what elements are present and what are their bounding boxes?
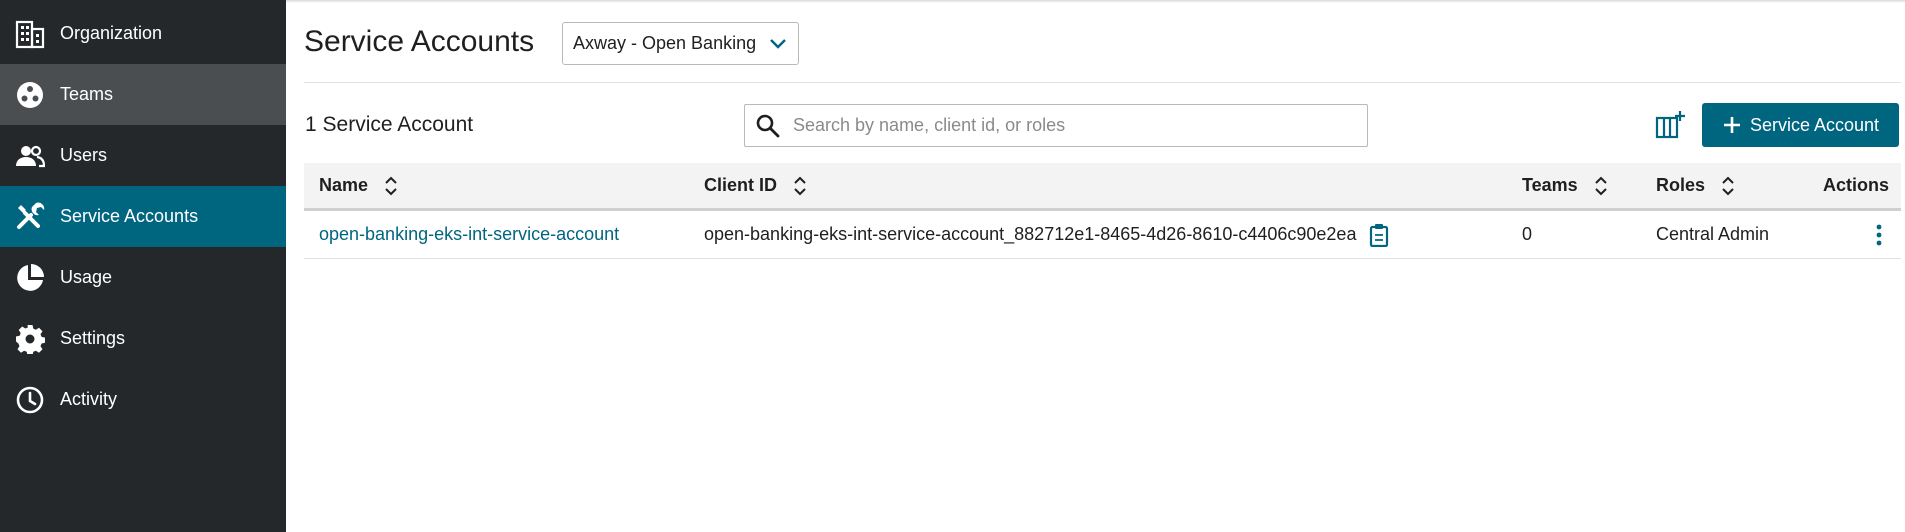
chevron-down-icon xyxy=(770,39,786,49)
column-header-actions: Actions xyxy=(1823,163,1889,208)
result-count: 1 Service Account xyxy=(305,113,474,136)
org-select-value: Axway - Open Banking xyxy=(573,33,757,53)
org-select[interactable]: Axway - Open Banking xyxy=(562,22,799,65)
gear-icon xyxy=(0,324,60,354)
clock-icon xyxy=(0,385,60,415)
client-id-value: open-banking-eks-int-service-account_882… xyxy=(704,224,1357,244)
pie-chart-icon xyxy=(0,263,60,293)
organization-icon xyxy=(0,19,60,49)
sidebar-item-label: Users xyxy=(60,145,108,165)
roles-cell: Central Admin xyxy=(1656,224,1770,244)
column-add-icon[interactable] xyxy=(1655,110,1685,140)
service-account-name-link[interactable]: open-banking-eks-int-service-account xyxy=(319,211,619,258)
page-title: Service Accounts xyxy=(304,25,535,58)
column-header-teams[interactable]: Teams xyxy=(1522,163,1610,208)
sidebar-item-label: Teams xyxy=(60,84,114,104)
add-button-label: Service Account xyxy=(1749,114,1880,135)
sidebar-item-service-accounts[interactable]: Service Accounts xyxy=(0,186,286,247)
sort-icon xyxy=(794,176,806,195)
clipboard-icon[interactable] xyxy=(1368,223,1390,247)
column-header-label: Actions xyxy=(1823,175,1890,195)
table-row: open-banking-eks-int-service-account ope… xyxy=(304,211,1901,259)
table-header: Name Client ID Teams Roles Actions xyxy=(304,163,1901,211)
sidebar-item-users[interactable]: Users xyxy=(0,125,286,186)
users-icon xyxy=(0,141,60,171)
sidebar-item-label: Usage xyxy=(60,267,113,287)
sidebar-item-usage[interactable]: Usage xyxy=(0,247,286,308)
sidebar-item-label: Settings xyxy=(60,328,126,348)
teams-count-cell: 0 xyxy=(1522,224,1533,244)
row-actions[interactable] xyxy=(1875,211,1883,258)
sidebar-item-label: Activity xyxy=(60,389,118,409)
sidebar-item-activity[interactable]: Activity xyxy=(0,369,286,430)
search-box[interactable] xyxy=(744,104,1368,147)
plus-icon xyxy=(1723,117,1740,133)
tools-icon xyxy=(0,202,60,232)
column-header-label: Roles xyxy=(1656,175,1706,195)
sort-icon xyxy=(1594,176,1607,195)
column-header-name[interactable]: Name xyxy=(319,163,400,208)
top-shadow xyxy=(286,0,1905,3)
column-header-label: Name xyxy=(319,175,369,195)
column-header-roles[interactable]: Roles xyxy=(1656,163,1737,208)
sidebar-item-settings[interactable]: Settings xyxy=(0,308,286,369)
sort-icon xyxy=(1722,176,1734,195)
teams-icon xyxy=(0,80,60,110)
sidebar-item-label: Organization xyxy=(60,23,163,43)
more-vertical-icon[interactable] xyxy=(1875,223,1883,247)
add-service-account-button[interactable]: Service Account xyxy=(1702,103,1899,147)
sidebar-item-teams[interactable]: Teams xyxy=(0,64,286,125)
sidebar: Organization Teams Users Service Account… xyxy=(0,0,286,532)
sort-icon xyxy=(385,176,397,195)
column-header-label: Client ID xyxy=(704,175,778,195)
column-header-label: Teams xyxy=(1522,175,1578,195)
search-input[interactable] xyxy=(791,114,1351,137)
client-id-cell: open-banking-eks-int-service-account_882… xyxy=(704,211,1390,258)
search-icon xyxy=(756,114,780,137)
column-header-client-id[interactable]: Client ID xyxy=(704,163,809,208)
app-root: Organization Teams Users Service Account… xyxy=(0,0,1905,532)
header-divider xyxy=(304,82,1901,83)
sidebar-item-organization[interactable]: Organization xyxy=(0,3,286,64)
sidebar-item-label: Service Accounts xyxy=(60,206,199,226)
